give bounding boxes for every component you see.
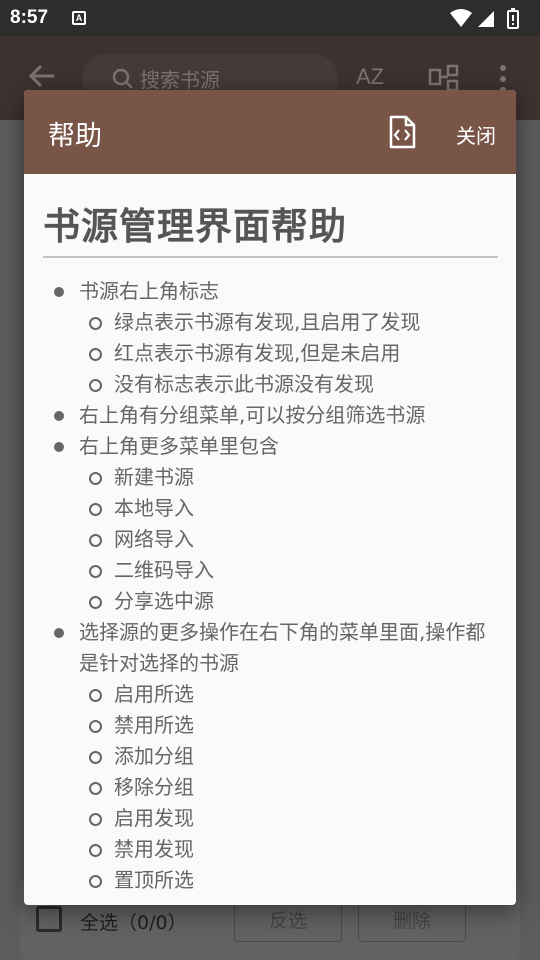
select-all-checkbox[interactable]	[36, 906, 62, 932]
help-list-text: 选择源的更多操作在右下角的菜单里面,操作都是针对选择的书源	[79, 620, 486, 675]
help-list-text: 添加分组	[114, 744, 194, 768]
hollow-bullet-icon	[89, 472, 102, 485]
help-list-text: 分享选中源	[114, 589, 214, 613]
status-bar: 8:57 A	[0, 0, 540, 36]
hollow-bullet-icon	[89, 317, 102, 330]
hollow-bullet-icon	[89, 813, 102, 826]
filled-bullet-icon	[54, 628, 64, 638]
hollow-bullet-icon	[89, 844, 102, 857]
hollow-bullet-icon	[89, 720, 102, 733]
search-input[interactable]: 搜索书源	[140, 64, 220, 93]
help-list-item: 启用所选	[24, 679, 516, 710]
help-list-item: 没有标志表示此书源没有发现	[24, 369, 516, 400]
help-list-text: 书源右上角标志	[79, 279, 219, 303]
help-list-text: 绿点表示书源有发现,且启用了发现	[114, 310, 421, 334]
help-list-text: 启用发现	[114, 806, 194, 830]
help-list-item: 分享选中源	[24, 586, 516, 617]
help-list-item: 新建书源	[24, 462, 516, 493]
hollow-bullet-icon	[89, 503, 102, 516]
filled-bullet-icon	[54, 287, 64, 297]
dialog-body: 书源管理界面帮助 书源右上角标志绿点表示书源有发现,且启用了发现 红点表示书源有发…	[24, 174, 516, 905]
help-list-item: 右上角有分组菜单,可以按分组筛选书源	[24, 400, 516, 431]
help-list-text: 本地导入	[114, 496, 194, 520]
hollow-bullet-icon	[89, 565, 102, 578]
select-all-label[interactable]: 全选（0/0）	[80, 908, 187, 935]
help-list-item: 禁用所选	[24, 710, 516, 741]
help-list-text: 启用所选	[114, 682, 194, 706]
help-list-item: 启用发现	[24, 803, 516, 834]
hollow-bullet-icon	[89, 348, 102, 361]
hollow-bullet-icon	[89, 379, 102, 392]
help-list-text: 禁用发现	[114, 837, 194, 861]
help-list-text: 置顶所选	[114, 868, 194, 892]
help-list-item: 本地导入	[24, 493, 516, 524]
hollow-bullet-icon	[89, 689, 102, 702]
filled-bullet-icon	[54, 411, 64, 421]
help-list-text: 二维码导入	[114, 558, 214, 582]
hollow-bullet-icon	[89, 875, 102, 888]
help-list-item: 添加分组	[24, 741, 516, 772]
help-list-item: 置顶所选	[24, 865, 516, 896]
help-list-item: 红点表示书源有发现,但是未启用	[24, 338, 516, 369]
help-list-item: 绿点表示书源有发现,且启用了发现	[24, 307, 516, 338]
system-icons	[448, 8, 528, 34]
hollow-bullet-icon	[89, 534, 102, 547]
dialog-title: 帮助	[48, 121, 102, 152]
help-list-text: 移除分组	[114, 775, 194, 799]
hollow-bullet-icon	[89, 596, 102, 609]
help-list-text: 网络导入	[114, 527, 194, 551]
help-list-text: 没有标志表示此书源没有发现	[114, 372, 374, 396]
help-list: 书源右上角标志绿点表示书源有发现,且启用了发现 红点表示书源有发现,但是未启用 没有…	[24, 276, 516, 896]
status-time: 8:57	[10, 7, 49, 28]
hollow-bullet-icon	[89, 751, 102, 764]
close-button[interactable]: 关闭	[456, 120, 496, 149]
help-list-item: 右上角更多菜单里包含	[24, 431, 516, 462]
help-list-text: 新建书源	[114, 465, 194, 489]
code-file-icon[interactable]	[388, 115, 416, 153]
help-list-item: 禁用发现	[24, 834, 516, 865]
help-list-text: 右上角有分组菜单,可以按分组筛选书源	[79, 403, 426, 427]
help-list-item: 二维码导入	[24, 555, 516, 586]
dialog-header: 帮助 关闭	[24, 90, 516, 174]
help-list-item: 选择源的更多操作在右下角的菜单里面,操作都是针对选择的书源	[24, 617, 516, 679]
help-list-item: 书源右上角标志	[24, 276, 516, 307]
notification-icon: A	[72, 11, 86, 25]
help-list-item: 移除分组	[24, 772, 516, 803]
help-dialog: 帮助 关闭 书源管理界面帮助 书源右上角标志绿点表示书源有发现,且启用了发现 红点…	[24, 90, 516, 905]
wifi-signal-battery-icon	[450, 8, 519, 29]
help-heading: 书源管理界面帮助	[43, 196, 498, 258]
help-list-text: 禁用所选	[114, 713, 194, 737]
hollow-bullet-icon	[89, 782, 102, 795]
help-list-text: 右上角更多菜单里包含	[79, 434, 279, 458]
help-list-item: 网络导入	[24, 524, 516, 555]
filled-bullet-icon	[54, 442, 64, 452]
help-list-text: 红点表示书源有发现,但是未启用	[114, 341, 401, 365]
sort-az-icon[interactable]: AZ	[356, 64, 384, 90]
